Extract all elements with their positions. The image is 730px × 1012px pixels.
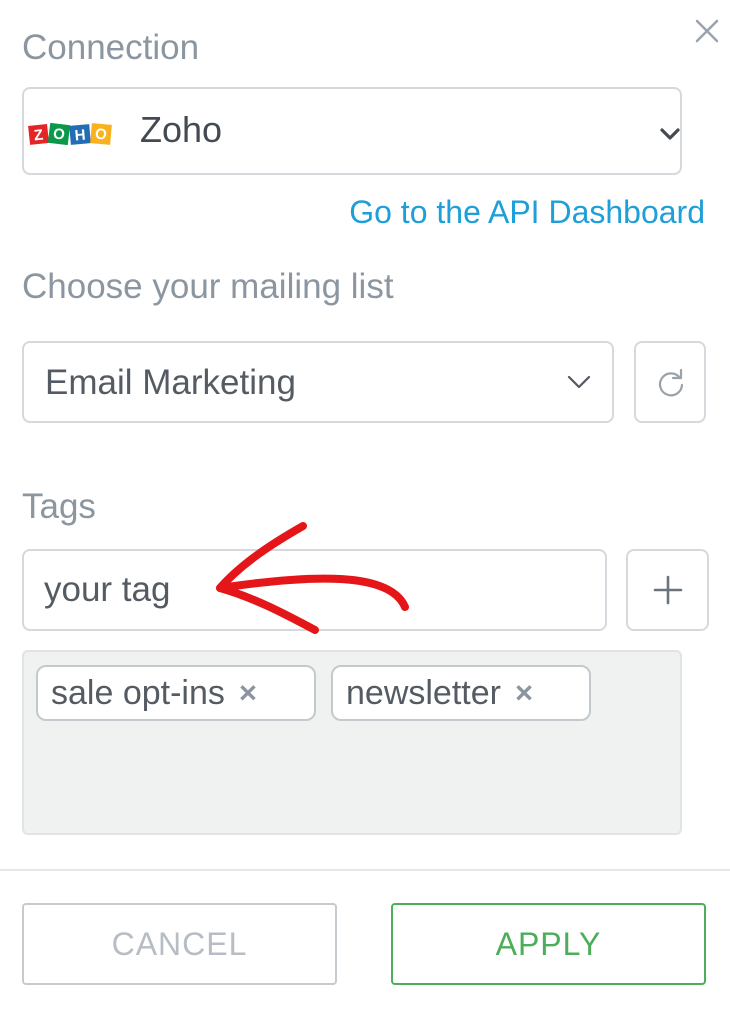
tags-label: Tags [22,487,96,526]
svg-text:O: O [52,125,66,143]
svg-text:Z: Z [33,127,44,145]
remove-tag-icon[interactable]: × [515,675,533,711]
footer-divider [0,869,730,871]
svg-text:O: O [94,126,107,144]
close-button[interactable] [690,14,724,48]
tag-chip-label: sale opt-ins [51,673,225,712]
connection-select[interactable]: Z O H O Zoho [22,87,682,175]
chevron-down-icon [660,128,680,140]
remove-tag-icon[interactable]: × [239,675,257,711]
refresh-icon [658,368,684,397]
apply-button[interactable]: APPLY [391,903,706,985]
tag-chip-label: newsletter [346,673,501,712]
plus-icon [653,575,683,605]
zoho-logo: Z O H O [28,122,112,146]
svg-text:H: H [74,127,86,145]
tag-chip: newsletter × [331,665,591,721]
tag-list: sale opt-ins × newsletter × [22,650,682,835]
tag-input[interactable] [22,549,607,631]
connection-selected-value: Zoho [140,109,223,150]
refresh-lists-button[interactable] [634,341,706,423]
mailing-list-select[interactable]: Email Marketing [22,341,614,423]
mailing-list-label: Choose your mailing list [22,267,394,306]
add-tag-button[interactable] [626,549,709,631]
connection-label: Connection [22,28,200,67]
cancel-button[interactable]: CANCEL [22,903,337,985]
close-icon [695,19,719,43]
tag-chip: sale opt-ins × [36,665,316,721]
api-dashboard-link[interactable]: Go to the API Dashboard [349,194,705,231]
mailing-list-selected-value: Email Marketing [45,363,296,402]
chevron-down-icon [567,375,591,389]
